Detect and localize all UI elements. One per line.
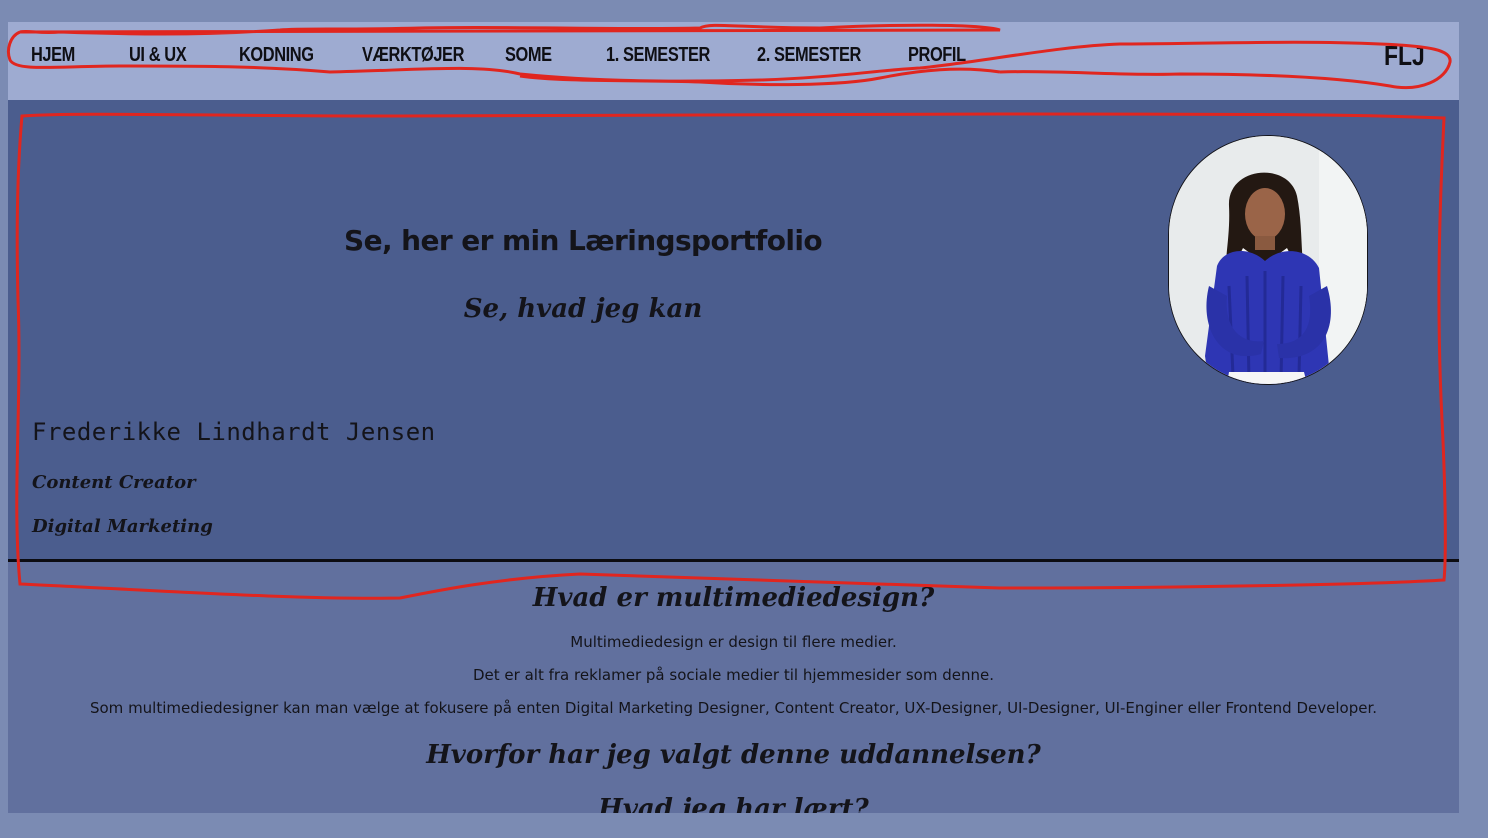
nav-item-1-semester[interactable]: 1. SEMESTER (606, 44, 710, 67)
navbar: HJEM UI & UX KODNING VÆRKTØJER SOME 1. S… (8, 22, 1459, 100)
logo[interactable]: FLJ (1384, 40, 1425, 72)
nav-item-hjem[interactable]: HJEM (31, 44, 75, 67)
nav-item-ui-ux[interactable]: UI & UX (129, 44, 187, 67)
role-content-creator: Content Creator (32, 472, 196, 493)
nav-item-some[interactable]: SOME (505, 44, 552, 67)
hero-subtitle: Se, hvad jeg kan (463, 294, 703, 324)
page: HJEM UI & UX KODNING VÆRKTØJER SOME 1. S… (8, 22, 1459, 813)
heading-multimediedesign: Hvad er multimediedesign? (532, 583, 935, 613)
hero-section: Se, her er min Læringsportfolio Se, hvad… (8, 100, 1459, 562)
paragraph-2: Det er alt fra reklamer på sociale medie… (473, 666, 994, 684)
paragraph-1: Multimediedesign er design til flere med… (570, 633, 897, 651)
profile-photo-illustration (1169, 136, 1367, 384)
nav-item-profil[interactable]: PROFIL (908, 44, 966, 67)
heading-hvorfor: Hvorfor har jeg valgt denne uddannelsen? (426, 740, 1041, 770)
nav-item-2-semester[interactable]: 2. SEMESTER (757, 44, 861, 67)
nav-item-vaerktojer[interactable]: VÆRKTØJER (362, 44, 464, 67)
role-digital-marketing: Digital Marketing (32, 516, 213, 537)
paragraph-3: Som multimediedesigner kan man vælge at … (89, 699, 1377, 717)
nav-item-kodning[interactable]: KODNING (239, 44, 314, 67)
profile-photo (1168, 135, 1368, 385)
hero-title: Se, her er min Læringsportfolio (344, 224, 823, 257)
heading-hvad-laert: Hvad jeg har lært? (598, 794, 869, 813)
person-name: Frederikke Lindhardt Jensen (32, 418, 436, 446)
